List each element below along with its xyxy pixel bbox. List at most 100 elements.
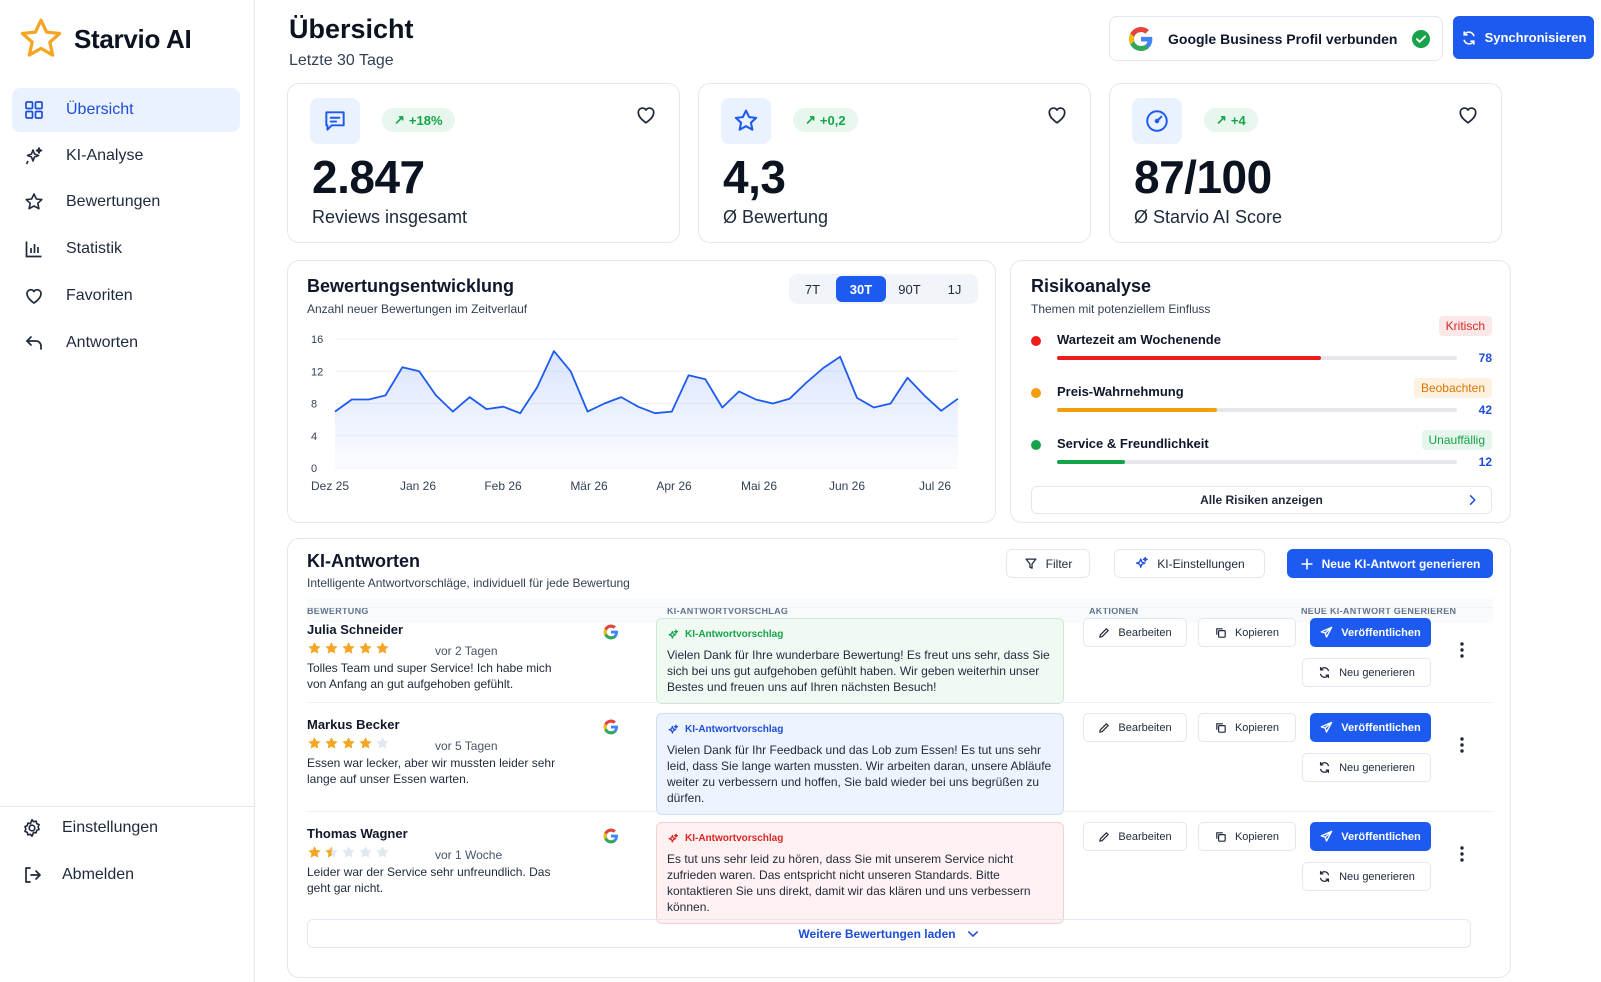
chevron-right-icon [1469, 495, 1476, 505]
risk-title: Risikoanalyse [1031, 276, 1152, 296]
trend-up-icon: ↗ [394, 112, 405, 127]
data-point [957, 397, 959, 399]
risk-progress-fill [1057, 356, 1321, 360]
risk-item[interactable]: Wartezeit am Wochenende Kritisch 78 [1031, 316, 1492, 366]
sidebar-item-ki-analyse[interactable]: KI-Analyse [12, 134, 240, 178]
all-risks-button[interactable]: Alle Risiken anzeigen [1031, 486, 1492, 514]
stat-trend-badge: ↗ +0,2 [793, 108, 858, 132]
heart-icon[interactable] [635, 104, 657, 126]
filter-label: Filter [1045, 556, 1073, 571]
star-empty-icon [359, 846, 372, 858]
connection-label: Google Business Profil verbunden [1168, 30, 1398, 47]
publish-button[interactable]: Veröffentlichen [1310, 618, 1431, 647]
risk-progress-fill [1057, 408, 1217, 412]
sync-button[interactable]: Synchronisieren [1453, 16, 1594, 59]
send-icon [1320, 626, 1333, 638]
risk-item[interactable]: Preis-Wahrnehmung Beobachten 42 [1031, 378, 1492, 418]
sidebar-item-einstellungen[interactable]: Einstellungen [12, 806, 240, 850]
edit-label: Bearbeiten [1118, 721, 1172, 734]
regenerate-label: Neu generieren [1339, 761, 1415, 774]
filter-button[interactable]: Filter [1006, 549, 1090, 578]
ai-settings-button[interactable]: KI-Einstellungen [1114, 549, 1265, 578]
risk-progress-fill [1057, 460, 1125, 464]
more-options-icon[interactable] [1458, 735, 1466, 755]
plus-icon [1300, 557, 1313, 570]
app-logo[interactable]: Starvio AI [18, 16, 192, 62]
publish-button[interactable]: Veröffentlichen [1310, 822, 1431, 851]
publish-button[interactable]: Veröffentlichen [1310, 713, 1431, 742]
more-options-icon[interactable] [1458, 844, 1466, 864]
stat-value: 2.847 [312, 151, 425, 203]
data-point [805, 381, 807, 383]
risk-value: 78 [1478, 351, 1492, 365]
edit-button[interactable]: Bearbeiten [1083, 618, 1187, 647]
star-filled-icon [308, 737, 321, 749]
ai-suggestion[interactable]: KI-Antwortvorschlag Vielen Dank für Ihr … [656, 713, 1064, 815]
star-filled-icon [308, 642, 321, 654]
star-filled-icon [308, 846, 321, 858]
ai-suggestion[interactable]: KI-Antwortvorschlag Es tut uns sehr leid… [656, 822, 1064, 924]
star-empty-icon [342, 846, 355, 858]
data-point [873, 406, 875, 408]
stat-icon-box [721, 98, 771, 144]
page-subtitle: Letzte 30 Tage [289, 52, 394, 69]
sidebar-item-antworten[interactable]: Antworten [12, 321, 240, 365]
new-ai-answer-button[interactable]: Neue KI-Antwort generieren [1287, 549, 1493, 578]
copy-button[interactable]: Kopieren [1198, 618, 1296, 647]
stat-trend-badge: ↗ +18% [382, 108, 455, 132]
copy-button[interactable]: Kopieren [1198, 713, 1296, 742]
trend-chart: 0 4 8 12 16 Dez 25 Jan 26 Feb 26 Mär 26 Apr 26 Mai… [311, 334, 959, 493]
sparkles-icon [668, 724, 679, 734]
risk-progress-track [1057, 356, 1457, 360]
stat-trend-value: +4 [1230, 112, 1246, 128]
sidebar-item-abmelden[interactable]: Abmelden [12, 853, 240, 897]
logout-icon [25, 867, 41, 883]
regenerate-button[interactable]: Neu generieren [1302, 862, 1431, 891]
sidebar-item-favoriten[interactable]: Favoriten [12, 274, 240, 318]
copy-icon [1216, 831, 1226, 842]
gear-icon [24, 819, 40, 837]
risk-value: 42 [1478, 403, 1492, 417]
load-more-button[interactable]: Weitere Bewertungen laden [307, 919, 1471, 948]
send-icon [1320, 830, 1333, 842]
copy-label: Kopieren [1234, 626, 1280, 639]
edit-label: Bearbeiten [1118, 830, 1172, 843]
google-icon [603, 828, 618, 844]
risk-dot [1031, 336, 1041, 346]
star-filled-icon [325, 737, 338, 749]
google-connection-status[interactable]: Google Business Profil verbunden [1109, 16, 1443, 61]
ai-title: KI-Antworten [307, 551, 420, 571]
data-point [654, 412, 656, 414]
data-point [570, 370, 572, 372]
ai-suggestion[interactable]: KI-Antwortvorschlag Vielen Dank für Ihre… [656, 618, 1064, 704]
sidebar-item-statistik[interactable]: Statistik [12, 227, 240, 271]
stat-icon-box [310, 98, 360, 144]
refresh-icon [1320, 761, 1330, 774]
y-tick-label: 12 [311, 366, 323, 378]
copy-button[interactable]: Kopieren [1198, 822, 1296, 851]
table-row: Markus Becker vor 5 Tagen Essen war leck… [307, 702, 1493, 815]
more-options-icon[interactable] [1458, 640, 1466, 660]
suggestion-tag: KI-Antwortvorschlag [667, 627, 1053, 643]
stat-value: 87/100 [1134, 151, 1272, 203]
app-name: Starvio AI [74, 23, 192, 54]
suggestion-text: Es tut uns sehr leid zu hören, dass Sie … [667, 852, 1031, 914]
x-tick-label: Dez 25 [311, 479, 349, 493]
heart-icon[interactable] [1457, 104, 1479, 126]
sidebar-item-bewertungen[interactable]: Bewertungen [12, 180, 240, 224]
risk-item[interactable]: Service & Freundlichkeit Unauffällig 12 [1031, 430, 1492, 470]
y-tick-label: 4 [311, 431, 317, 443]
data-point [671, 410, 673, 412]
reviewer-name: Thomas Wagner [307, 826, 408, 841]
stat-card-reviews: ↗ +18% 2.847 Reviews insgesamt [287, 83, 680, 243]
regenerate-button[interactable]: Neu generieren [1302, 753, 1431, 782]
regenerate-button[interactable]: Neu generieren [1302, 658, 1431, 687]
table-row: Julia Schneider vor 2 Tagen Tolles Team … [307, 607, 1493, 704]
sidebar-item-uebersicht[interactable]: Übersicht [12, 88, 240, 132]
refresh-icon [1462, 30, 1475, 45]
y-tick-label: 8 [311, 399, 317, 411]
heart-icon[interactable] [1046, 104, 1068, 126]
data-point [755, 398, 757, 400]
edit-button[interactable]: Bearbeiten [1083, 822, 1187, 851]
edit-button[interactable]: Bearbeiten [1083, 713, 1187, 742]
